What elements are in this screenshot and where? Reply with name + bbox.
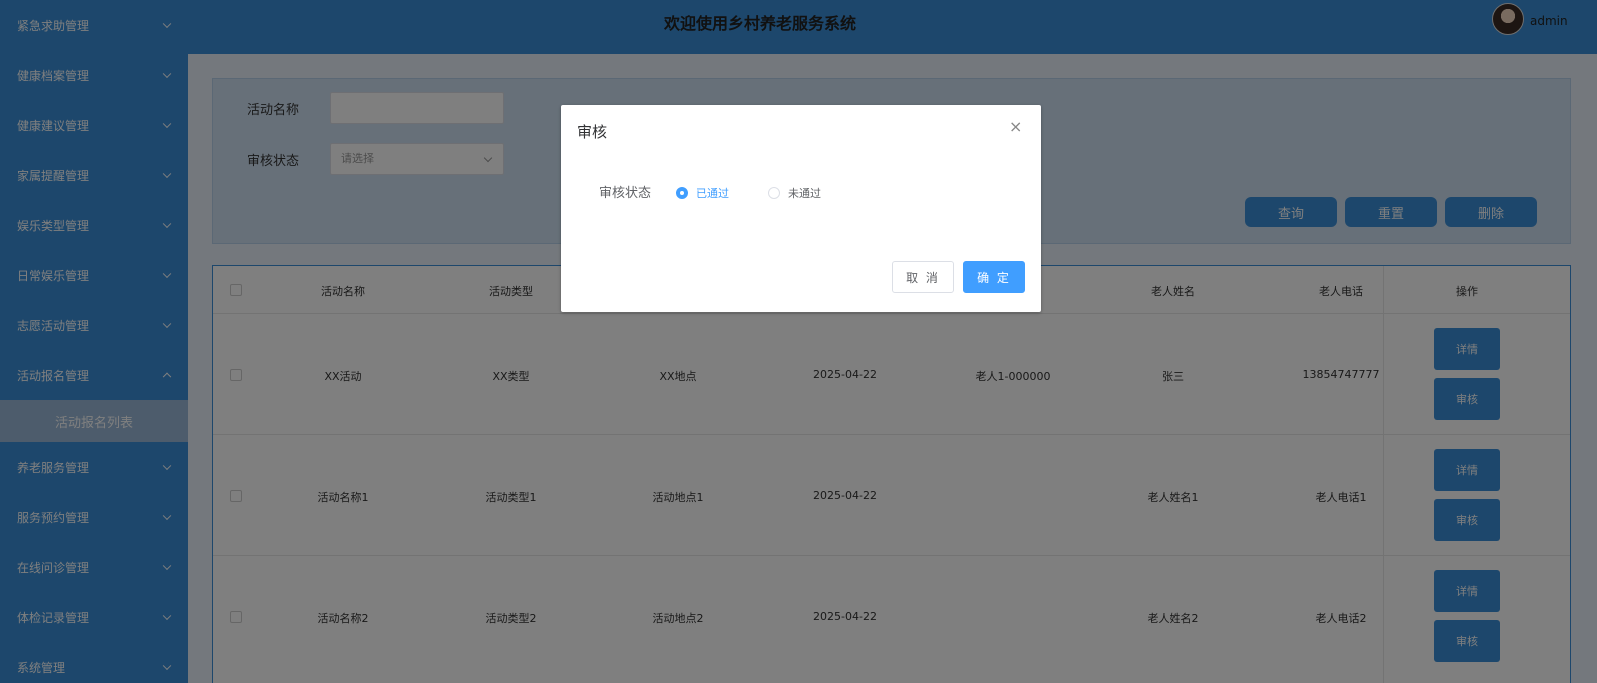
cancel-button[interactable]: 取 消: [892, 261, 954, 293]
confirm-button[interactable]: 确 定: [963, 261, 1025, 293]
radio-rejected[interactable]: 未通过: [768, 185, 821, 201]
radio-approved[interactable]: 已通过: [676, 185, 729, 201]
modal-overlay[interactable]: [0, 0, 1597, 683]
radio-label: 已通过: [696, 187, 729, 200]
radio-checked-icon: [676, 187, 688, 199]
radio-unchecked-icon: [768, 187, 780, 199]
radio-label: 未通过: [788, 187, 821, 200]
close-icon[interactable]: ×: [1009, 119, 1022, 135]
dialog-title: 审核: [577, 123, 608, 141]
audit-status-field-label: 审核状态: [599, 186, 652, 201]
audit-dialog: 审核 × 审核状态 已通过 未通过 取 消 确 定: [561, 105, 1041, 312]
